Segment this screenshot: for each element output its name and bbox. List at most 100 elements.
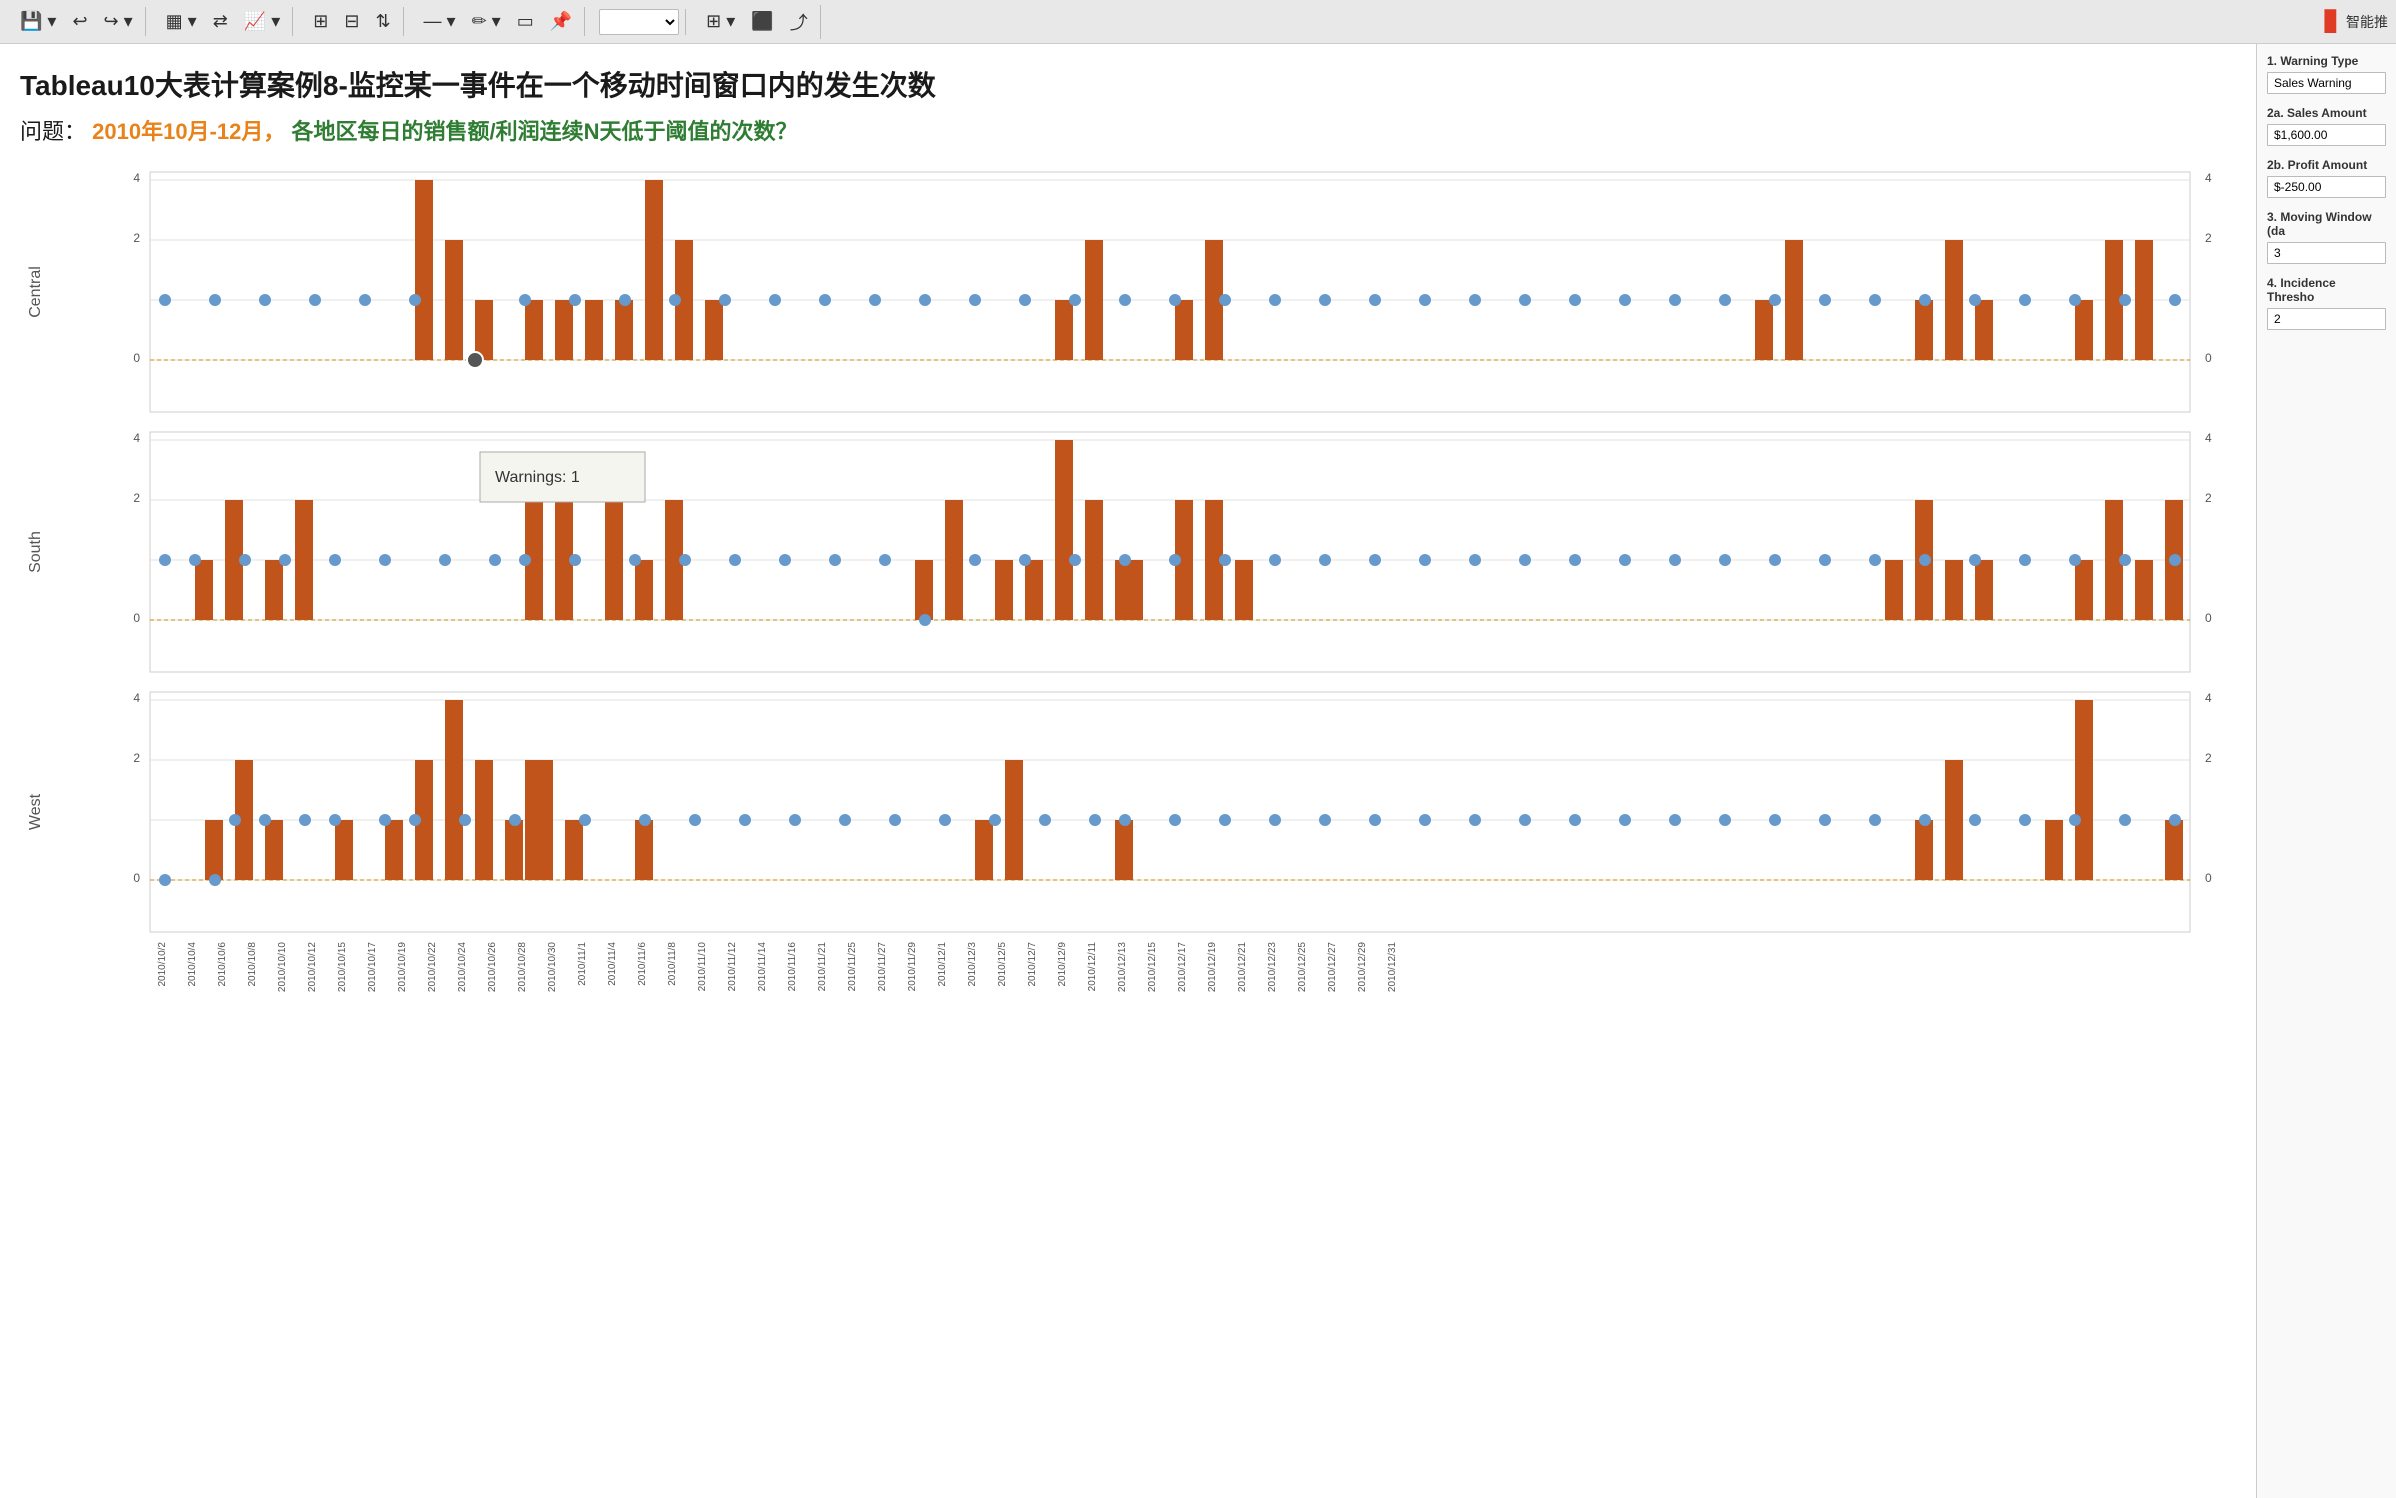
central-bar[interactable] xyxy=(475,300,493,360)
central-dot xyxy=(2069,294,2081,306)
south-bar[interactable] xyxy=(1945,560,1963,620)
bar-chart-button[interactable]: ▦ ▾ xyxy=(160,7,203,36)
central-bar[interactable] xyxy=(705,300,723,360)
filter-sales-amount-input[interactable] xyxy=(2267,124,2386,146)
south-bar[interactable] xyxy=(1055,440,1073,620)
south-bar[interactable] xyxy=(195,560,213,620)
south-bar[interactable] xyxy=(1975,560,1993,620)
central-bar[interactable] xyxy=(2135,240,2153,360)
central-bar[interactable] xyxy=(585,300,603,360)
central-bar[interactable] xyxy=(415,180,433,360)
south-bar[interactable] xyxy=(1025,560,1043,620)
south-dot xyxy=(1419,554,1431,566)
south-bar[interactable] xyxy=(2135,560,2153,620)
west-bar[interactable] xyxy=(1115,820,1133,880)
west-bar[interactable] xyxy=(1005,760,1023,880)
central-dot xyxy=(1919,294,1931,306)
svg-text:2: 2 xyxy=(133,231,140,245)
right-panel: 1. Warning Type 2a. Sales Amount 2b. Pro… xyxy=(2256,44,2396,1498)
south-bar[interactable] xyxy=(945,500,963,620)
west-dot xyxy=(1669,814,1681,826)
south-bar[interactable] xyxy=(1085,500,1103,620)
central-bar[interactable] xyxy=(2075,300,2093,360)
central-bar[interactable] xyxy=(525,300,543,360)
share-button[interactable]: ⤴ xyxy=(784,5,814,39)
redo-button[interactable]: ↪ ▾ xyxy=(98,7,139,36)
south-bar[interactable] xyxy=(1235,560,1253,620)
central-bar[interactable] xyxy=(1945,240,1963,360)
group-button[interactable]: ⊞ xyxy=(307,7,334,36)
central-bar[interactable] xyxy=(555,300,573,360)
south-bar[interactable] xyxy=(635,560,653,620)
west-bar[interactable] xyxy=(635,820,653,880)
south-bar[interactable] xyxy=(1125,560,1143,620)
save-button[interactable]: 💾 ▾ xyxy=(14,7,62,36)
filter-incidence-threshold-label: 4. Incidence Thresho xyxy=(2267,276,2386,304)
frame-button[interactable]: ▭ xyxy=(511,7,540,36)
central-dot xyxy=(2169,294,2181,306)
filter-warning-type-input[interactable] xyxy=(2267,72,2386,94)
svg-text:0: 0 xyxy=(133,871,140,885)
west-dot xyxy=(579,814,591,826)
west-bar[interactable] xyxy=(565,820,583,880)
central-bar[interactable] xyxy=(1915,300,1933,360)
west-dot xyxy=(1089,814,1101,826)
central-dot xyxy=(1669,294,1681,306)
west-bar[interactable] xyxy=(975,820,993,880)
undo-button[interactable]: ↩ xyxy=(66,7,93,36)
west-bar[interactable] xyxy=(2045,820,2063,880)
fullscreen-button[interactable]: ⬛ xyxy=(745,7,779,36)
sort-button[interactable]: ⇅ xyxy=(369,7,396,36)
south-dot xyxy=(329,554,341,566)
hierarchy-button[interactable]: ⊟ xyxy=(338,7,365,36)
south-bar[interactable] xyxy=(915,560,933,620)
svg-text:2010/10/2: 2010/10/2 xyxy=(157,942,168,987)
south-bar[interactable] xyxy=(1885,560,1903,620)
south-dot xyxy=(2069,554,2081,566)
south-bar[interactable] xyxy=(265,560,283,620)
analytics-button[interactable]: 📈 ▾ xyxy=(238,7,286,36)
west-bar[interactable] xyxy=(385,820,403,880)
x-axis: 2010/10/2 2010/10/4 2010/10/6 2010/10/8 … xyxy=(157,942,1398,992)
south-dot xyxy=(629,554,641,566)
west-bar[interactable] xyxy=(505,820,523,880)
south-bar[interactable] xyxy=(995,560,1013,620)
present-button[interactable]: ⊞ ▾ xyxy=(700,7,741,36)
central-bar[interactable] xyxy=(615,300,633,360)
annotation-button[interactable]: ✏ ▾ xyxy=(466,7,507,36)
west-bar[interactable] xyxy=(1915,820,1933,880)
west-bar[interactable] xyxy=(265,820,283,880)
svg-text:2010/12/11: 2010/12/11 xyxy=(1087,942,1098,992)
south-bar[interactable] xyxy=(605,500,623,620)
filter-profit-amount-input[interactable] xyxy=(2267,176,2386,198)
west-dot xyxy=(229,814,241,826)
central-bar[interactable] xyxy=(1785,240,1803,360)
central-bar[interactable] xyxy=(645,180,663,360)
west-bar[interactable] xyxy=(475,760,493,880)
swap-button[interactable]: ⇄ xyxy=(207,7,234,36)
svg-text:2010/10/17: 2010/10/17 xyxy=(367,942,378,992)
filter-moving-window-input[interactable] xyxy=(2267,242,2386,264)
central-bar[interactable] xyxy=(1085,240,1103,360)
tooltip-marker[interactable] xyxy=(467,352,483,368)
central-bar[interactable] xyxy=(1755,300,1773,360)
central-bar[interactable] xyxy=(1175,300,1193,360)
west-bar[interactable] xyxy=(525,760,543,880)
south-bar[interactable] xyxy=(2075,560,2093,620)
pin-button[interactable]: 📌 xyxy=(544,7,578,36)
central-bar[interactable] xyxy=(1975,300,1993,360)
west-bar[interactable] xyxy=(335,820,353,880)
west-dot xyxy=(509,814,521,826)
west-bar[interactable] xyxy=(1945,760,1963,880)
central-bar[interactable] xyxy=(445,240,463,360)
central-bar[interactable] xyxy=(1055,300,1073,360)
south-bar[interactable] xyxy=(295,500,313,620)
view-dropdown[interactable] xyxy=(599,9,679,35)
filter-incidence-threshold-input[interactable] xyxy=(2267,308,2386,330)
west-bar[interactable] xyxy=(205,820,223,880)
west-bar[interactable] xyxy=(2165,820,2183,880)
west-bar[interactable] xyxy=(2075,700,2093,880)
svg-text:2: 2 xyxy=(2205,491,2212,505)
line-button[interactable]: — ▾ xyxy=(418,7,462,36)
west-bar[interactable] xyxy=(445,700,463,880)
